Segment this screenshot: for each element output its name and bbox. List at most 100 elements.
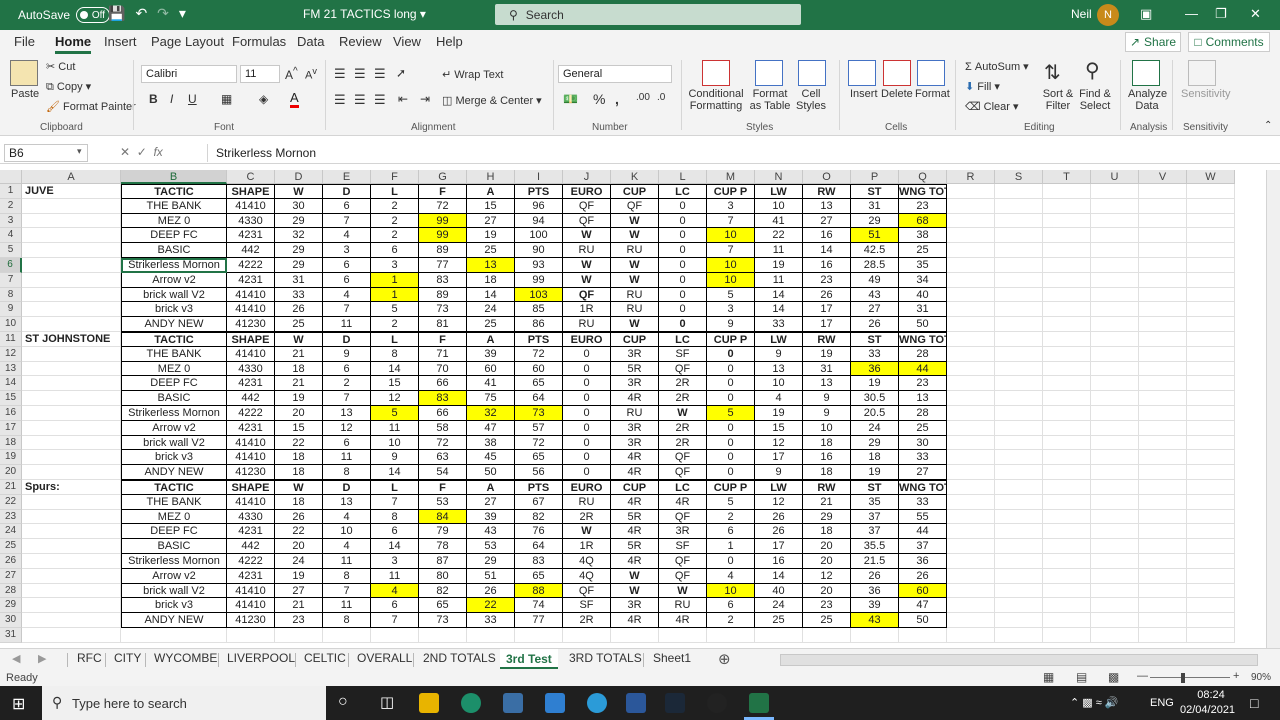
cell-w20[interactable] [1187,465,1235,480]
cell-w15[interactable] [1187,391,1235,406]
wrap-text-button[interactable]: ↵ Wrap Text [442,68,503,81]
cell-n27[interactable]: 14 [755,568,803,584]
cell-o4[interactable]: 16 [803,228,851,244]
cell-h30[interactable]: 33 [467,613,515,628]
cell-n13[interactable]: 13 [755,361,803,377]
cell-j4[interactable]: W [563,228,611,244]
row-header-6[interactable]: 6 [0,258,22,273]
cell-r30[interactable] [947,613,995,628]
cell-h26[interactable]: 29 [467,554,515,569]
cell-d16[interactable]: 20 [275,406,323,421]
cell-a24[interactable] [22,524,121,540]
cell-e29[interactable]: 11 [323,598,371,614]
cell-u28[interactable] [1091,583,1139,599]
cell-k8[interactable]: RU [611,287,659,303]
find-icon[interactable]: ⚲ [1085,58,1100,83]
cell-f14[interactable]: 15 [371,376,419,392]
language-indicator[interactable]: ENG [1150,697,1174,709]
cell-n1[interactable]: LW [755,184,803,199]
cell-j18[interactable]: 0 [563,435,611,451]
cell-b30[interactable]: ANDY NEW [121,613,227,628]
cell-d15[interactable]: 19 [275,391,323,406]
cell-i31[interactable] [515,628,563,643]
cell-k11[interactable]: CUP [611,332,659,347]
row-header-19[interactable]: 19 [0,450,22,466]
cell-t15[interactable] [1043,391,1091,406]
tab-page-layout[interactable]: Page Layout [151,34,224,49]
cell-e21[interactable]: D [323,480,371,495]
cell-b9[interactable]: brick v3 [121,302,227,318]
cell-r15[interactable] [947,391,995,406]
cell-p12[interactable]: 33 [851,346,899,362]
cell-g23[interactable]: 84 [419,509,467,525]
column-header-n[interactable]: N [755,170,803,184]
cell-a14[interactable] [22,376,121,392]
cell-i1[interactable]: PTS [515,184,563,199]
cell-a1[interactable]: JUVE [22,184,121,199]
cell-v21[interactable] [1139,480,1187,495]
undo-icon[interactable]: ↶ [135,5,147,22]
cell-a9[interactable] [22,302,121,318]
cell-g7[interactable]: 83 [419,272,467,288]
cell-w4[interactable] [1187,228,1235,244]
clock-time[interactable]: 08:24 [1188,689,1234,701]
cell-i8[interactable]: 103 [515,287,563,303]
cell-p27[interactable]: 26 [851,568,899,584]
cell-e8[interactable]: 4 [323,287,371,303]
worksheet-grid[interactable]: A B C D E F G H I J K L M N O P Q R S T U V W 1 JUVE TACTIC SHAPE W… [0,170,1268,645]
cell-n28[interactable]: 40 [755,583,803,599]
cell-k10[interactable]: W [611,317,659,332]
cell-e11[interactable]: D [323,332,371,347]
cell-k5[interactable]: RU [611,243,659,258]
cell-m23[interactable]: 2 [707,509,755,525]
cell-f24[interactable]: 6 [371,524,419,540]
cell-e9[interactable]: 7 [323,302,371,318]
cell-m31[interactable] [707,628,755,643]
cell-k12[interactable]: 3R [611,346,659,362]
cell-e12[interactable]: 9 [323,346,371,362]
horizontal-scrollbar[interactable] [780,654,1258,666]
column-header-i[interactable]: I [515,170,563,184]
cell-d12[interactable]: 21 [275,346,323,362]
cell-o2[interactable]: 13 [803,198,851,214]
cell-k19[interactable]: 4R [611,450,659,466]
cell-i29[interactable]: 74 [515,598,563,614]
cell-p26[interactable]: 21.5 [851,554,899,569]
cell-w6[interactable] [1187,258,1235,273]
cell-j15[interactable]: 0 [563,391,611,406]
cell-i22[interactable]: 67 [515,494,563,510]
cell-n6[interactable]: 19 [755,258,803,273]
cell-n14[interactable]: 10 [755,376,803,392]
cell-m8[interactable]: 5 [707,287,755,303]
decrease-decimal-icon[interactable]: .0 [657,92,665,103]
cell-q21[interactable]: WNG TOTAL [899,480,947,495]
cell-q9[interactable]: 31 [899,302,947,318]
cell-r26[interactable] [947,554,995,569]
cell-j22[interactable]: RU [563,494,611,510]
cell-d21[interactable]: W [275,480,323,495]
cell-a20[interactable] [22,465,121,480]
cell-k30[interactable]: 4R [611,613,659,628]
cell-c4[interactable]: 4231 [227,228,275,244]
cell-j28[interactable]: QF [563,583,611,599]
cell-a19[interactable] [22,450,121,466]
cell-m24[interactable]: 6 [707,524,755,540]
cell-m30[interactable]: 2 [707,613,755,628]
cell-a27[interactable] [22,568,121,584]
cell-o22[interactable]: 21 [803,494,851,510]
cell-o30[interactable]: 25 [803,613,851,628]
row-header-2[interactable]: 2 [0,198,22,214]
cell-q15[interactable]: 13 [899,391,947,406]
cell-i14[interactable]: 65 [515,376,563,392]
cell-s15[interactable] [995,391,1043,406]
cell-l31[interactable] [659,628,707,643]
cell-n17[interactable]: 15 [755,420,803,436]
cell-r9[interactable] [947,302,995,318]
cell-b20[interactable]: ANDY NEW [121,465,227,480]
row-header-29[interactable]: 29 [0,598,22,614]
cell-s18[interactable] [995,435,1043,451]
cell-t12[interactable] [1043,346,1091,362]
cell-j27[interactable]: 4Q [563,568,611,584]
cell-o1[interactable]: RW [803,184,851,199]
cell-u19[interactable] [1091,450,1139,466]
